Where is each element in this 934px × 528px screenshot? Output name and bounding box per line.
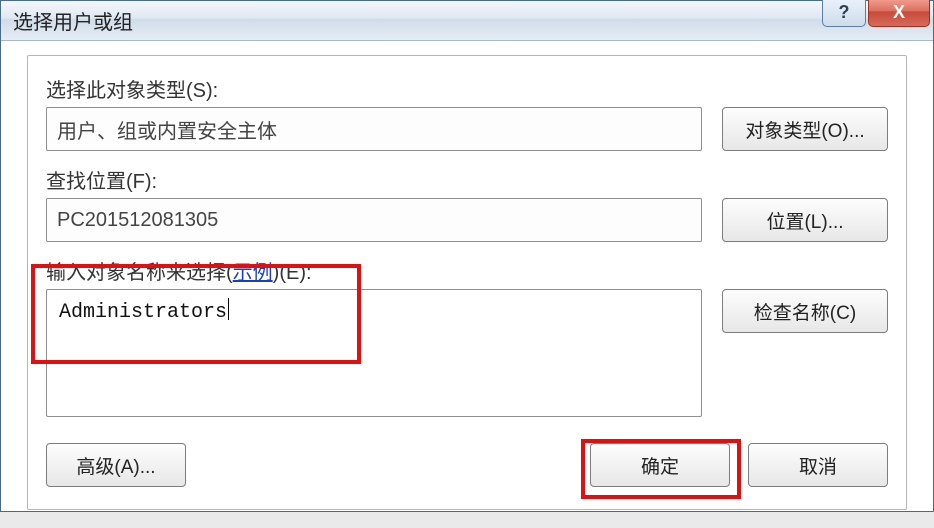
examples-link[interactable]: 示例 (233, 262, 273, 284)
titlebar: 选择用户或组 ? X (1, 1, 933, 41)
object-type-label: 选择此对象类型(S): (46, 74, 888, 103)
object-type-value: 用户、组或内置安全主体 (57, 115, 277, 144)
object-types-button[interactable]: 对象类型(O)... (722, 107, 888, 151)
close-button[interactable]: X (868, 0, 930, 27)
close-icon: X (893, 2, 905, 23)
inner-frame: 选择此对象类型(S): 用户、组或内置安全主体 对象类型(O)... 查找位置(… (27, 55, 907, 510)
dialog-buttons: 高级(A)... 确定 取消 (46, 443, 888, 487)
location-label: 查找位置(F): (46, 165, 888, 194)
help-button[interactable]: ? (822, 0, 866, 27)
window-controls: ? X (822, 0, 930, 27)
check-names-button[interactable]: 检查名称(C) (722, 289, 888, 333)
help-icon: ? (839, 2, 850, 23)
object-type-field: 用户、组或内置安全主体 (46, 107, 702, 151)
object-names-value: Administrators (59, 301, 229, 324)
locations-button[interactable]: 位置(L)... (722, 198, 888, 242)
client-area: 选择此对象类型(S): 用户、组或内置安全主体 对象类型(O)... 查找位置(… (1, 41, 933, 528)
cancel-button[interactable]: 取消 (748, 443, 888, 487)
location-value: PC201512081305 (57, 209, 218, 232)
object-names-input[interactable]: Administrators (46, 289, 702, 417)
ok-button[interactable]: 确定 (590, 443, 730, 487)
dialog-window: 选择用户或组 ? X 选择此对象类型(S): 用户、组或内置安全主体 对象类型(… (0, 0, 934, 512)
names-label: 输入对象名称来选择(示例)(E): (46, 256, 888, 285)
location-field: PC201512081305 (46, 198, 702, 242)
window-title: 选择用户或组 (13, 6, 133, 35)
advanced-button[interactable]: 高级(A)... (46, 443, 186, 487)
